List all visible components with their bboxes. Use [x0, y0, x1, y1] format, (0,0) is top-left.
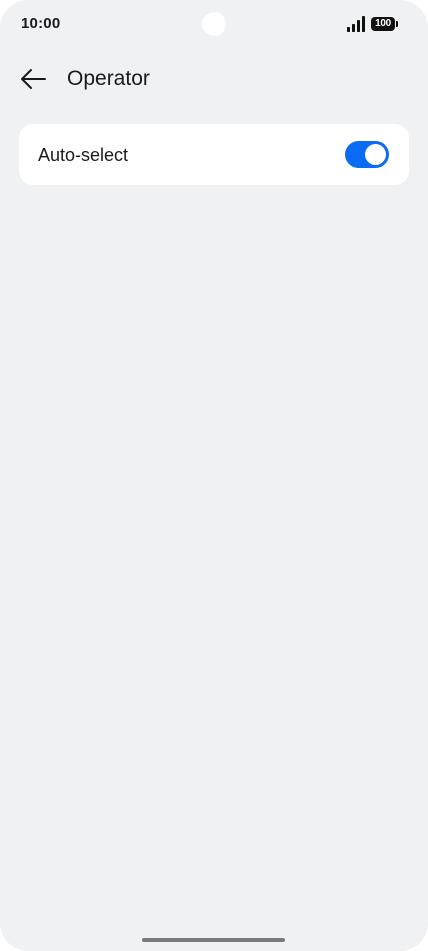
back-button[interactable]	[14, 62, 52, 96]
phone-screen: 10:00 100 Operator Auto-select	[0, 0, 428, 951]
front-camera-cutout	[202, 12, 226, 36]
home-indicator[interactable]	[142, 938, 285, 942]
arrow-left-icon	[21, 69, 46, 89]
toggle-knob	[365, 144, 386, 165]
page-title: Operator	[67, 67, 150, 90]
app-bar: Operator	[0, 56, 428, 102]
auto-select-toggle[interactable]	[345, 141, 389, 168]
auto-select-card: Auto-select	[19, 124, 409, 185]
signal-bars-icon	[347, 16, 365, 32]
battery-tip	[396, 21, 398, 27]
battery-icon: 100	[371, 17, 395, 31]
status-time: 10:00	[21, 15, 61, 32]
battery-level: 100	[375, 18, 391, 29]
status-bar: 10:00 100	[0, 0, 428, 48]
auto-select-label: Auto-select	[38, 145, 129, 165]
